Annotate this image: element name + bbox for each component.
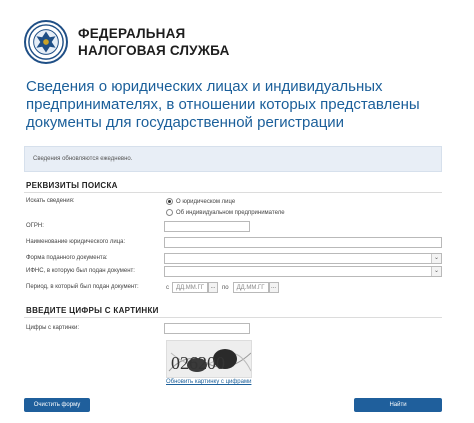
captcha-image: 026200: [166, 340, 252, 378]
clear-form-button[interactable]: Очистить форму: [24, 398, 90, 412]
ogrn-label: ОГРН:: [26, 223, 44, 229]
name-input[interactable]: [164, 237, 442, 248]
name-label: Наименование юридического лица:: [26, 239, 126, 245]
ifns-select[interactable]: ⌄: [164, 266, 442, 277]
radio-individual-label: Об индивидуальном предпринимателе: [176, 209, 285, 216]
radio-legal-entity-control[interactable]: [166, 198, 173, 205]
radio-individual[interactable]: Об индивидуальном предпринимателе: [166, 209, 285, 216]
doc-form-select[interactable]: ⌄: [164, 253, 442, 264]
section-divider: [24, 192, 442, 193]
calendar-icon[interactable]: ...: [268, 282, 279, 293]
captcha-digits-label: Цифры с картинки:: [26, 325, 80, 331]
captcha-text: 026200: [171, 353, 225, 373]
ogrn-input[interactable]: [164, 221, 250, 232]
info-notice: Сведения обновляются ежедневно.: [24, 146, 442, 172]
period-from-prefix: с: [166, 284, 169, 291]
refresh-captcha-link[interactable]: Обновить картинку с цифрами: [166, 379, 251, 385]
period-label: Период, в который был подан документ:: [26, 284, 139, 290]
captcha-section-title: ВВЕДИТЕ ЦИФРЫ С КАРТИНКИ: [26, 306, 159, 315]
chevron-down-icon[interactable]: ⌄: [431, 267, 441, 276]
org-name: ФЕДЕРАЛЬНАЯ НАЛОГОВАЯ СЛУЖБА: [78, 25, 230, 59]
calendar-icon[interactable]: ...: [207, 282, 218, 293]
period-from-input[interactable]: ДД.ММ.ГГ: [172, 282, 208, 293]
chevron-down-icon[interactable]: ⌄: [431, 254, 441, 263]
period-to-prefix: по: [221, 284, 229, 291]
fns-emblem-icon[interactable]: [24, 20, 68, 64]
ifns-label: ИФНС, в которую был подан документ:: [26, 268, 135, 274]
search-type-label: Искать сведения:: [26, 198, 75, 204]
org-name-line2: НАЛОГОВАЯ СЛУЖБА: [78, 43, 230, 58]
radio-legal-entity[interactable]: О юридическом лице: [166, 198, 235, 205]
doc-form-label: Форма поданного документа:: [26, 255, 108, 261]
radio-legal-entity-label: О юридическом лице: [176, 198, 236, 205]
org-name-line1: ФЕДЕРАЛЬНАЯ: [78, 26, 186, 41]
period-to-input[interactable]: ДД.ММ.ГГ: [232, 282, 269, 293]
captcha-input[interactable]: [164, 323, 250, 334]
radio-individual-control[interactable]: [166, 209, 173, 216]
period-range: с ДД.ММ.ГГ ... по ДД.ММ.ГГ ...: [166, 282, 279, 293]
find-button[interactable]: Найти: [354, 398, 442, 412]
page-title: Сведения о юридических лицах и индивидуа…: [26, 78, 420, 131]
search-section-title: РЕКВИЗИТЫ ПОИСКА: [26, 181, 118, 190]
section-divider: [24, 317, 442, 318]
site-header: ФЕДЕРАЛЬНАЯ НАЛОГОВАЯ СЛУЖБА: [24, 18, 230, 66]
